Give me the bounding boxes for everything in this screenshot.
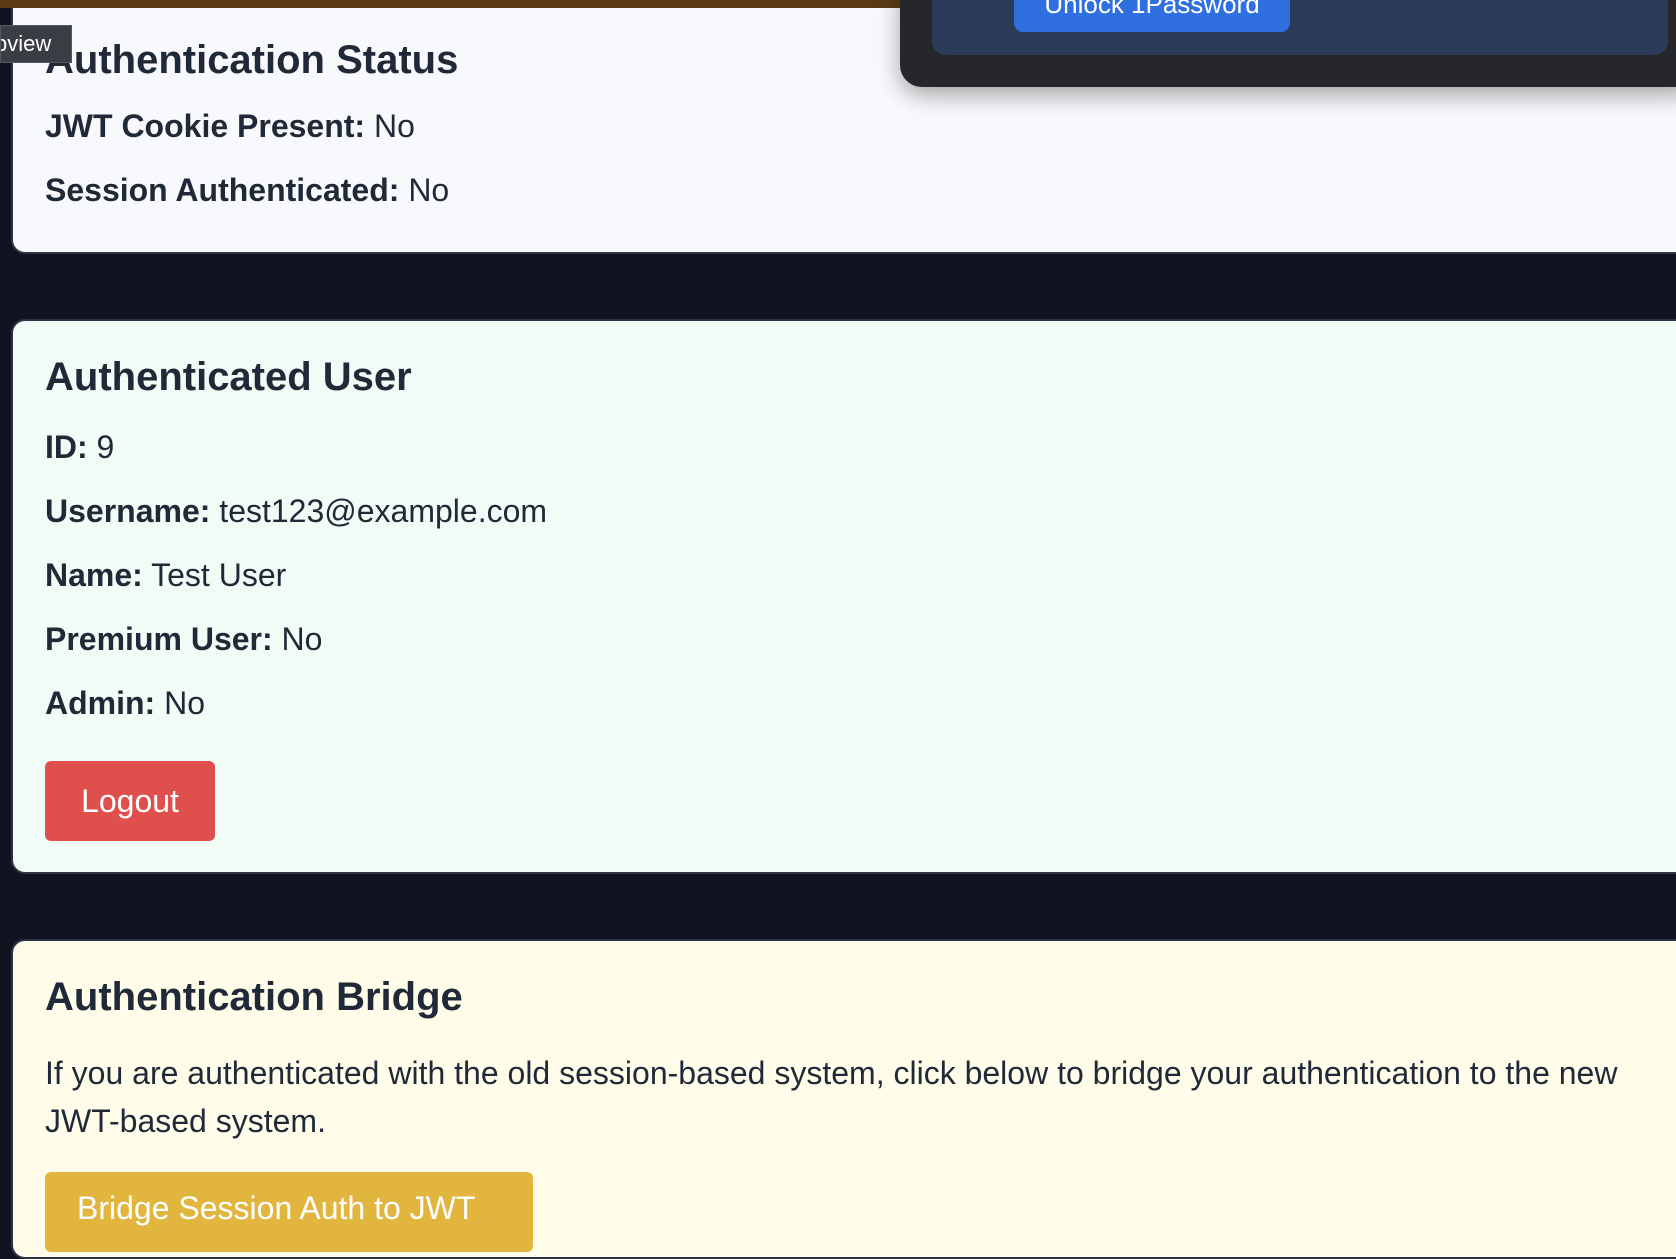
user-id-value: 9 xyxy=(96,429,115,465)
logout-button[interactable]: Logout xyxy=(45,761,215,841)
status-card-title: Authentication Status xyxy=(45,38,459,82)
admin-value: No xyxy=(164,685,205,721)
jwt-cookie-row: JWT Cookie Present: No xyxy=(45,108,415,145)
tooltip-text: bview xyxy=(0,31,52,56)
premium-user-label: Premium User: xyxy=(45,621,273,657)
jwt-cookie-value: No xyxy=(373,108,415,144)
username-row: Username: test123@example.com xyxy=(45,493,547,530)
bridge-card-title: Authentication Bridge xyxy=(45,975,463,1019)
user-id-row: ID: 9 xyxy=(45,429,114,466)
bridge-session-button[interactable]: Bridge Session Auth to JWT xyxy=(45,1172,533,1252)
authenticated-user-card: Authenticated User ID: 9 Username: test1… xyxy=(11,319,1676,874)
session-authenticated-row: Session Authenticated: No xyxy=(45,172,449,209)
user-id-label: ID: xyxy=(45,429,88,465)
username-value: test123@example.com xyxy=(219,493,548,529)
admin-label: Admin: xyxy=(45,685,156,721)
premium-user-value: No xyxy=(281,621,323,657)
user-card-title: Authenticated User xyxy=(45,355,412,399)
name-row: Name: Test User xyxy=(45,557,286,594)
authentication-bridge-card: Authentication Bridge If you are authent… xyxy=(11,939,1676,1259)
name-value: Test User xyxy=(151,557,287,593)
name-label: Name: xyxy=(45,557,143,593)
bridge-description: If you are authenticated with the old se… xyxy=(45,1055,1618,1139)
session-authenticated-label: Session Authenticated: xyxy=(45,172,400,208)
premium-user-row: Premium User: No xyxy=(45,621,322,658)
webview-tooltip: bview xyxy=(0,25,72,63)
username-label: Username: xyxy=(45,493,211,529)
session-authenticated-value: No xyxy=(408,172,450,208)
admin-row: Admin: No xyxy=(45,685,205,722)
jwt-cookie-label: JWT Cookie Present: xyxy=(45,108,366,144)
password-manager-popup: Unlock 1Password xyxy=(900,0,1676,87)
unlock-password-manager-button[interactable]: Unlock 1Password xyxy=(1014,0,1290,32)
popup-panel: Unlock 1Password xyxy=(932,0,1668,55)
